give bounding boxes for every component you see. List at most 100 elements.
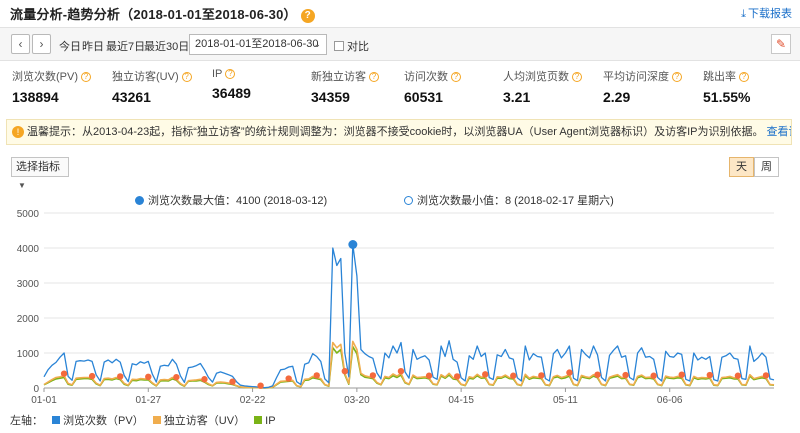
- caret-down-icon: ▼: [18, 181, 26, 190]
- metric-value: 60531: [404, 89, 443, 105]
- metric-bounce-rate: 跳出率? 51.55%: [703, 68, 750, 105]
- x-tick-label: 01-27: [135, 395, 161, 406]
- ip-swatch: [254, 416, 263, 424]
- weekend-marker: [285, 375, 292, 382]
- x-tick-label: 03-20: [344, 395, 370, 406]
- granularity-week-button[interactable]: 周: [754, 157, 779, 177]
- metric-label: 访问次数: [404, 71, 448, 83]
- weekend-marker: [706, 371, 714, 379]
- weekend-marker: [229, 378, 236, 385]
- weekend-marker: [538, 372, 545, 379]
- x-tick-label: 05-11: [553, 395, 578, 406]
- download-report-button[interactable]: ⤓ 下载报表: [741, 5, 792, 21]
- help-icon[interactable]: ?: [225, 69, 236, 79]
- notice-more-link[interactable]: 查看详情>>: [767, 126, 791, 138]
- metric-value: 43261: [112, 89, 151, 105]
- weekend-marker: [453, 373, 461, 380]
- metric-label: 独立访客(UV): [112, 71, 179, 83]
- weekend-marker: [145, 373, 152, 380]
- chevron-down-icon: ⌄: [313, 39, 321, 49]
- weekend-marker: [201, 376, 208, 383]
- legend-item-ip[interactable]: IP: [265, 415, 275, 427]
- weekend-marker: [173, 373, 180, 381]
- download-icon: ⤓: [741, 8, 746, 20]
- weekend-marker: [650, 372, 657, 379]
- weekend-marker: [734, 372, 742, 379]
- weekend-marker: [482, 371, 489, 378]
- chart-legend: 左轴： 浏览次数（PV） 独立访客（UV） IP: [10, 412, 276, 428]
- metric-value: 34359: [311, 89, 350, 105]
- weekend-marker: [257, 382, 264, 389]
- help-icon[interactable]: ?: [672, 72, 682, 82]
- weekend-marker: [341, 368, 349, 375]
- next-period-button[interactable]: ›: [32, 34, 51, 54]
- help-icon[interactable]: ?: [300, 9, 315, 23]
- weekend-marker: [313, 372, 320, 379]
- metric-label: 浏览次数(PV): [12, 71, 78, 83]
- weekend-marker: [88, 372, 96, 380]
- weekend-marker: [60, 370, 68, 377]
- title-bar: 流量分析-趋势分析（2018-01-01至2018-06-30）? ⤓ 下载报表: [0, 0, 800, 23]
- help-icon[interactable]: ?: [451, 72, 461, 82]
- metric-value: 51.55%: [703, 89, 751, 105]
- legend-item-uv[interactable]: 独立访客（UV）: [164, 415, 245, 427]
- uv-swatch: [152, 416, 161, 424]
- last7-link[interactable]: 最近7日: [106, 38, 145, 54]
- x-tick-label: 01-01: [31, 395, 57, 406]
- max-value-marker: [348, 240, 358, 249]
- weekend-marker: [622, 371, 629, 379]
- weekend-marker: [678, 371, 685, 378]
- select-metric-dropdown[interactable]: 选择指标 ▼: [11, 157, 69, 190]
- weekend-marker: [397, 368, 405, 375]
- metric-value: 36489: [212, 85, 251, 101]
- download-report-label: 下载报表: [748, 8, 792, 20]
- granularity-day-button[interactable]: 天: [729, 157, 754, 177]
- help-icon[interactable]: ?: [81, 72, 91, 82]
- date-range-value: 2018-01-01至2018-06-30: [195, 38, 319, 50]
- help-icon[interactable]: ?: [181, 72, 192, 82]
- weekend-marker: [762, 372, 770, 379]
- chevron-right-icon: ›: [39, 37, 44, 51]
- compare-checkbox[interactable]: [334, 41, 344, 51]
- x-tick-label: 04-15: [448, 395, 474, 406]
- legend-item-pv[interactable]: 浏览次数（PV）: [63, 415, 144, 427]
- metric-ip: IP? 36489: [212, 68, 251, 101]
- legend-prefix: 左轴：: [10, 415, 43, 427]
- weekend-marker: [425, 372, 433, 379]
- help-icon[interactable]: ?: [572, 72, 582, 82]
- pv-swatch: [52, 416, 61, 424]
- notice-text: 温馨提示：从2013-04-23起，指标“独立访客”的统计规则调整为：浏览器不接…: [27, 126, 764, 138]
- y-tick-label: 0: [33, 384, 39, 395]
- metric-value: 138894: [12, 89, 59, 105]
- page-title: 流量分析-趋势分析（2018-01-01至2018-06-30）?: [10, 4, 315, 23]
- metric-pages-per-visitor: 人均浏览页数? 3.21: [503, 68, 582, 105]
- lightbulb-icon: !: [12, 126, 24, 138]
- yesterday-link[interactable]: 昨日: [82, 38, 104, 54]
- pin-icon: ✎: [775, 37, 787, 51]
- metric-avg-depth: 平均访问深度? 2.29: [603, 68, 682, 105]
- notice-bar: ! 温馨提示：从2013-04-23起，指标“独立访客”的统计规则调整为：浏览器…: [6, 119, 792, 145]
- metric-uv: 独立访客(UV)? 43261: [112, 68, 192, 105]
- metric-label: 人均浏览页数: [503, 71, 569, 83]
- series-line-pv: [43, 243, 775, 389]
- last30-link[interactable]: 最近30日: [144, 38, 189, 54]
- metrics-summary: 浏览次数(PV)? 138894 独立访客(UV)? 43261 IP? 36489 …: [0, 62, 800, 114]
- prev-period-button[interactable]: ‹: [11, 34, 30, 54]
- compare-toggle[interactable]: 对比: [334, 38, 369, 54]
- help-icon[interactable]: ?: [739, 72, 749, 82]
- weekend-marker: [510, 372, 517, 379]
- date-range-select[interactable]: 2018-01-01至2018-06-30 ⌄: [189, 34, 327, 55]
- pin-button[interactable]: ✎: [771, 34, 791, 54]
- chevron-left-icon: ‹: [18, 37, 23, 51]
- y-tick-label: 3000: [17, 279, 40, 290]
- y-tick-label: 5000: [17, 209, 40, 220]
- x-tick-label: 06-06: [657, 395, 683, 406]
- date-toolbar: ‹ › 今日 昨日 最近7日 最近30日 2018-01-01至2018-06-…: [0, 27, 800, 61]
- y-tick-label: 4000: [17, 244, 40, 255]
- x-tick-label: 02-22: [240, 395, 266, 406]
- help-icon[interactable]: ?: [369, 72, 379, 82]
- weekend-marker: [369, 372, 377, 379]
- page-title-text: 流量分析-趋势分析（2018-01-01至2018-06-30）: [10, 7, 297, 22]
- today-link[interactable]: 今日: [59, 38, 81, 54]
- weekend-marker: [117, 373, 124, 380]
